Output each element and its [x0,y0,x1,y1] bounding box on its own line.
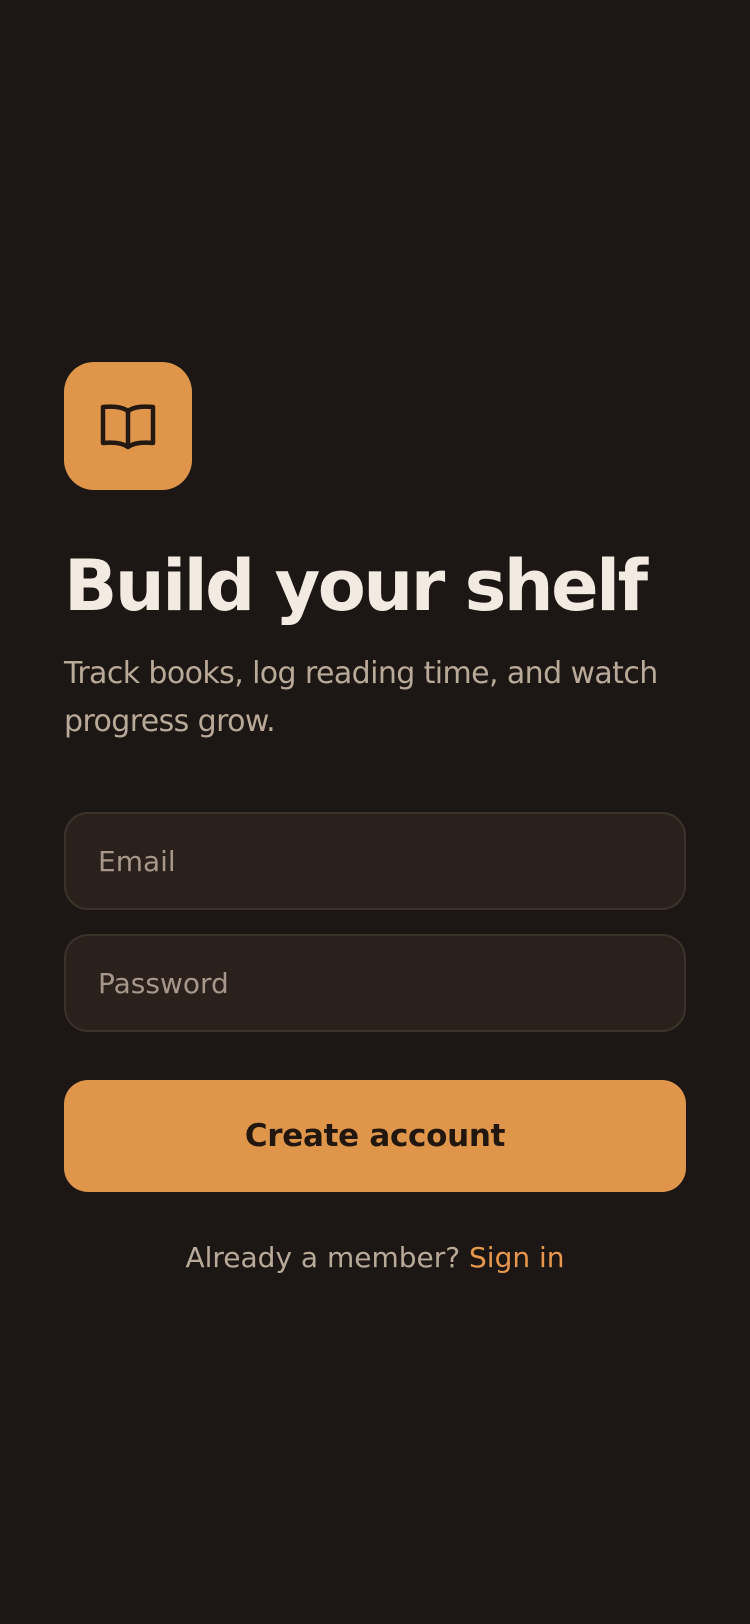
signin-prompt-text: Already a member? [185,1241,461,1274]
page-title: Build your shelf [64,545,648,627]
page-subtitle: Track books, log reading time, and watch… [64,656,658,739]
open-book-icon [100,404,156,450]
app-logo [64,362,192,490]
email-field[interactable] [64,812,686,910]
signin-prompt: Already a member? Sign in [64,1238,686,1278]
signup-container: Build your shelf Track books, log readin… [64,362,686,1278]
signup-form: Create account [64,812,686,1192]
create-account-button[interactable]: Create account [64,1080,686,1192]
sign-in-link[interactable]: Sign in [469,1241,565,1274]
password-field[interactable] [64,934,686,1032]
signup-screen: { "brand": { "icon": "open-book-icon", "… [0,0,750,1624]
